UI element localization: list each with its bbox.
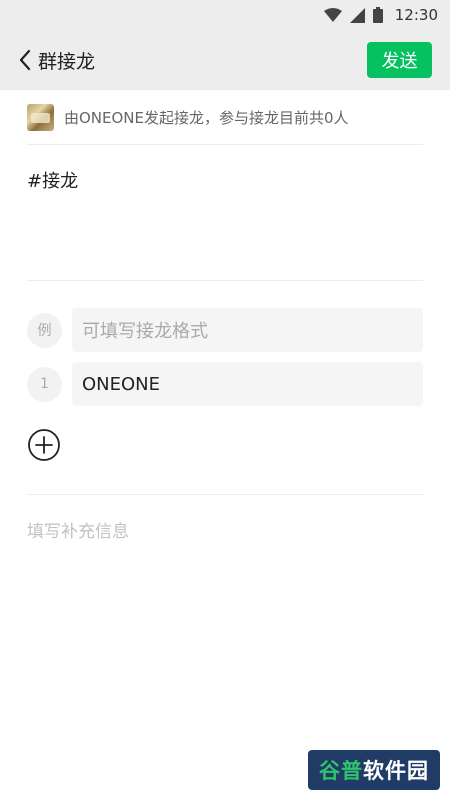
supplement-input[interactable]: 填写补充信息 [27, 517, 423, 542]
status-bar: 12:30 [0, 0, 450, 30]
entry-input[interactable]: ONEONE [72, 362, 423, 406]
chevron-left-icon [19, 49, 31, 71]
page-title: 群接龙 [38, 50, 96, 73]
example-format-input[interactable]: 可填写接龙格式 [72, 308, 423, 352]
avatar [27, 103, 54, 131]
example-index: 例 [27, 312, 62, 348]
list-item: 1 ONEONE [27, 362, 423, 406]
watermark-part2: 软件园 [363, 759, 429, 783]
entry-index: 1 [27, 366, 62, 402]
entries-list: 例 可填写接龙格式 1 ONEONE [27, 281, 423, 466]
example-row: 例 可填写接龙格式 [27, 308, 423, 352]
topic-input[interactable]: #接龙 [27, 145, 423, 281]
status-time: 12:30 [394, 6, 438, 24]
topic-text: #接龙 [27, 171, 79, 192]
battery-icon [372, 7, 383, 23]
nav-bar: 群接龙 发送 [0, 30, 450, 90]
watermark-logo: 谷普 软件园 [308, 750, 440, 790]
wifi-icon [323, 8, 342, 22]
watermark-part1: 谷普 [319, 759, 363, 783]
send-button[interactable]: 发送 [367, 42, 432, 78]
signal-icon [349, 7, 365, 23]
plus-circle-icon[interactable] [27, 428, 61, 462]
back-button[interactable]: 群接龙 [18, 47, 95, 74]
divider [27, 494, 423, 495]
initiator-row: 由ONEONE发起接龙，参与接龙目前共0人 [27, 90, 423, 145]
main-content: 由ONEONE发起接龙，参与接龙目前共0人 #接龙 例 可填写接龙格式 1 ON… [0, 90, 450, 542]
initiator-text: 由ONEONE发起接龙，参与接龙目前共0人 [64, 108, 349, 127]
